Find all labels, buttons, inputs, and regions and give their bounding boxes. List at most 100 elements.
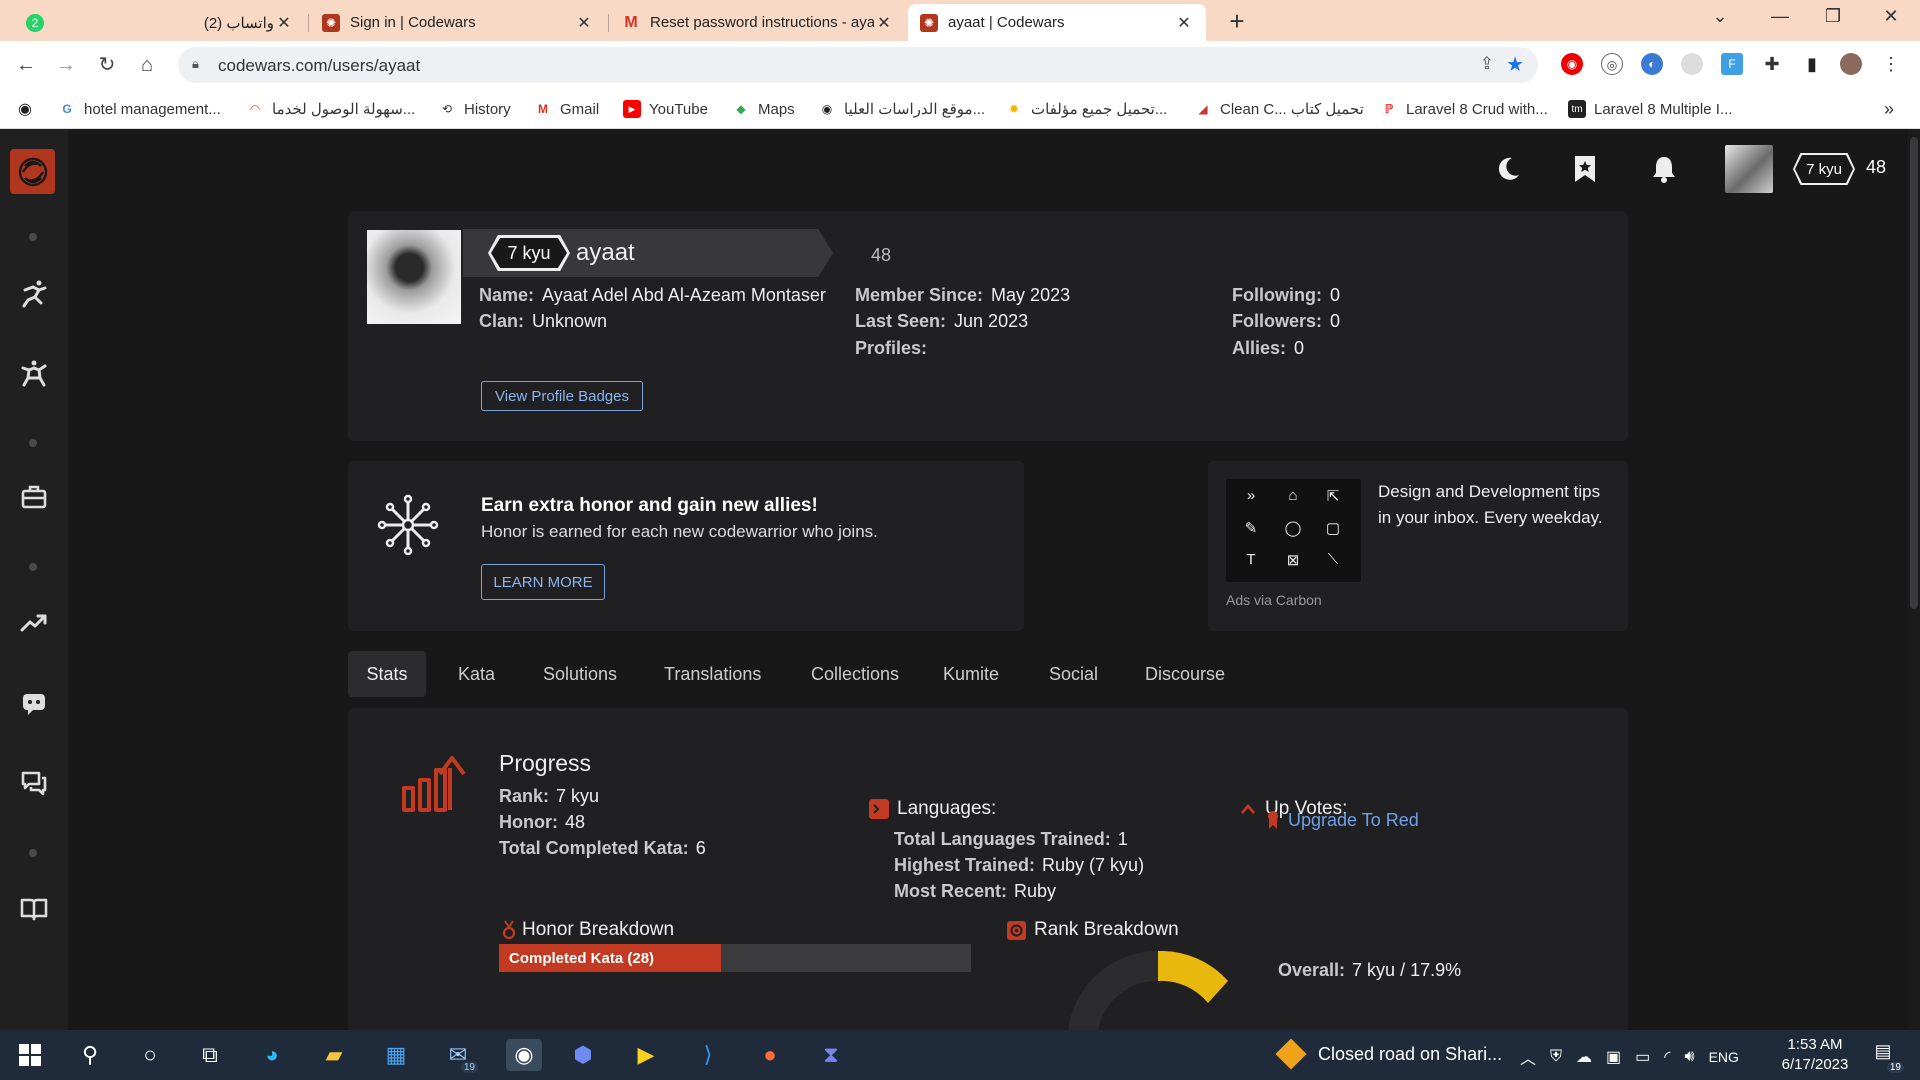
wifi-icon[interactable]: ◜ <box>1664 1047 1670 1067</box>
bookmark-item[interactable]: ◆ Maps <box>732 99 794 119</box>
bookmark-item[interactable]: Ghotel management... <box>58 99 220 119</box>
bookmark-item[interactable]: tm Laravel 8 Multiple I... <box>1568 99 1732 119</box>
discord-icon[interactable] <box>14 683 54 723</box>
forum-icon[interactable] <box>14 763 54 803</box>
restore-button[interactable]: ❐ <box>1818 6 1848 27</box>
vscode-icon[interactable]: ⟩ <box>692 1039 724 1071</box>
battery-icon[interactable]: ▭ <box>1635 1047 1650 1067</box>
url-text[interactable]: codewars.com/users/ayaat <box>218 56 420 76</box>
tab-social[interactable]: Social <box>1029 651 1118 697</box>
tab-signin[interactable]: ✺ Sign in | Codewars ✕ <box>310 4 606 41</box>
reload-button[interactable]: ↻ <box>93 51 121 79</box>
bookmark-item[interactable]: ℙ Laravel 8 Crud with... <box>1380 99 1548 119</box>
side-panel-icon[interactable]: ▮ <box>1801 53 1823 75</box>
mail-icon[interactable]: ✉ 19 <box>442 1039 478 1073</box>
more-bookmarks-button[interactable]: » <box>1884 99 1894 119</box>
minimize-button[interactable]: — <box>1765 6 1795 27</box>
tab-translations[interactable]: Translations <box>644 651 781 697</box>
language-indicator[interactable]: ENG <box>1709 1049 1739 1065</box>
bookmarks-button[interactable] <box>1565 149 1605 189</box>
bookmark-item[interactable]: M Gmail <box>534 99 599 119</box>
notifications-button[interactable] <box>1644 149 1684 189</box>
extension-icon[interactable]: ◐ <box>1641 53 1663 75</box>
security-icon[interactable]: ⛨ <box>1550 1048 1562 1066</box>
followers-row[interactable]: Followers: 0 <box>1232 311 1340 332</box>
allies-row[interactable]: Allies: 0 <box>1232 338 1304 359</box>
upgrade-to-red-link[interactable]: Upgrade To Red <box>1288 810 1419 831</box>
tab-collections[interactable]: Collections <box>791 651 919 697</box>
rank-badge[interactable]: 7 kyu <box>1793 153 1855 185</box>
carbon-ad-card[interactable]: » ⌂ ⇱ ✎ ◯ ▢ T ⊠ ⟍ Design and Development… <box>1208 461 1628 631</box>
extension-icon[interactable]: ◎ <box>1601 53 1623 75</box>
jobs-icon[interactable] <box>14 477 54 517</box>
clock[interactable]: 1:53 AM 6/17/2023 <box>1775 1035 1855 1075</box>
following-row[interactable]: Following: 0 <box>1232 285 1340 306</box>
training-icon[interactable] <box>14 273 54 313</box>
teams-icon[interactable]: ⧗ <box>815 1039 847 1071</box>
bookmark-globe-icon[interactable]: ◉ <box>16 99 42 119</box>
view-profile-badges-button[interactable]: View Profile Badges <box>481 381 643 411</box>
store-icon[interactable]: ▦ <box>380 1039 412 1071</box>
start-button[interactable] <box>14 1039 46 1071</box>
codewars-logo[interactable] <box>10 149 55 194</box>
tab-whatsapp[interactable]: 2 واتساب (2) ✕ <box>14 4 306 41</box>
address-bar[interactable]: 🔒︎ codewars.com/users/ayaat ⇪ ★ <box>178 47 1538 83</box>
device-icon[interactable]: ▣ <box>1606 1047 1621 1067</box>
home-button[interactable]: ⌂ <box>133 51 161 79</box>
bookmark-item[interactable]: ◉ موقع الدراسات العليا... <box>818 99 985 119</box>
ads-via-carbon[interactable]: Ads via Carbon <box>1226 592 1322 608</box>
learn-more-button[interactable]: LEARN MORE <box>481 564 605 600</box>
share-icon[interactable]: ⇪ <box>1480 54 1494 74</box>
cortana-icon[interactable]: ○ <box>134 1039 166 1071</box>
bookmark-item[interactable]: ◢ Clean C... تحميل كتاب <box>1194 99 1363 119</box>
bookmark-star-icon[interactable]: ★ <box>1506 52 1524 77</box>
chrome-icon[interactable]: ◉ <box>506 1039 542 1071</box>
close-tab-icon[interactable]: ✕ <box>574 13 594 33</box>
tab-discourse[interactable]: Discourse <box>1125 651 1245 697</box>
volume-icon[interactable]: 🔊︎ <box>1684 1048 1694 1066</box>
user-avatar[interactable] <box>1725 145 1773 193</box>
new-tab-button[interactable]: + <box>1222 6 1252 37</box>
close-tab-icon[interactable]: ✕ <box>874 13 894 33</box>
leaderboards-icon[interactable] <box>14 603 54 643</box>
profile-avatar-icon[interactable] <box>1840 53 1862 75</box>
bookmark-item[interactable]: ▶ YouTube <box>623 99 708 119</box>
tab-search-icon[interactable]: ⌄ <box>1705 6 1735 27</box>
tab-gmail[interactable]: M Reset password instructions - aya ✕ <box>610 4 906 41</box>
news-weather-widget[interactable]: Closed road on Shari... <box>1275 1038 1502 1070</box>
tab-kumite[interactable]: Kumite <box>923 651 1019 697</box>
docs-icon[interactable] <box>14 889 54 929</box>
close-tab-icon[interactable]: ✕ <box>1174 13 1194 33</box>
app-icon[interactable]: ⬢ <box>567 1039 599 1071</box>
close-window-button[interactable]: ✕ <box>1876 6 1906 27</box>
edge-icon[interactable]: ◕ <box>256 1039 288 1071</box>
bookmark-item[interactable]: ◠ سهولة الوصول لخدما... <box>246 99 416 119</box>
scrollbar-thumb[interactable] <box>1910 137 1918 609</box>
page-scrollbar[interactable] <box>1908 129 1920 1030</box>
puzzle-icon[interactable]: ✚ <box>1761 53 1783 75</box>
bookmark-item[interactable]: ⟲ History <box>438 99 511 119</box>
onedrive-icon[interactable]: ☁ <box>1576 1047 1592 1067</box>
honor-count[interactable]: 48 <box>1866 157 1886 178</box>
close-tab-icon[interactable]: ✕ <box>274 13 294 33</box>
tab-stats[interactable]: Stats <box>348 651 426 697</box>
extension-icon[interactable] <box>1681 53 1703 75</box>
bookmark-item[interactable]: ✹ تحميل جميع مؤلفات... <box>1005 99 1167 119</box>
player-icon[interactable]: ▶ <box>630 1039 662 1071</box>
task-view-icon[interactable]: ⧉ <box>194 1039 226 1071</box>
file-explorer-icon[interactable]: ▰ <box>318 1039 350 1071</box>
menu-icon[interactable]: ⋮ <box>1880 53 1902 75</box>
honor-breakdown-bar[interactable]: Completed Kata (28) <box>499 944 971 972</box>
back-button[interactable]: ← <box>12 51 40 79</box>
tab-solutions[interactable]: Solutions <box>523 651 637 697</box>
adblock-extension-icon[interactable]: ◉ <box>1561 53 1583 75</box>
completed-kata-segment[interactable]: Completed Kata (28) <box>499 944 721 972</box>
postman-icon[interactable]: ● <box>754 1039 786 1071</box>
dark-mode-toggle[interactable] <box>1488 149 1528 189</box>
search-icon[interactable]: ⚲ <box>74 1039 106 1071</box>
forward-button[interactable]: → <box>52 51 80 79</box>
extension-icon[interactable]: F <box>1721 53 1743 75</box>
show-hidden-icons[interactable]: ︿ <box>1520 1045 1536 1069</box>
notification-center-icon[interactable]: ▤ 19 <box>1868 1041 1904 1073</box>
practice-icon[interactable] <box>14 353 54 393</box>
